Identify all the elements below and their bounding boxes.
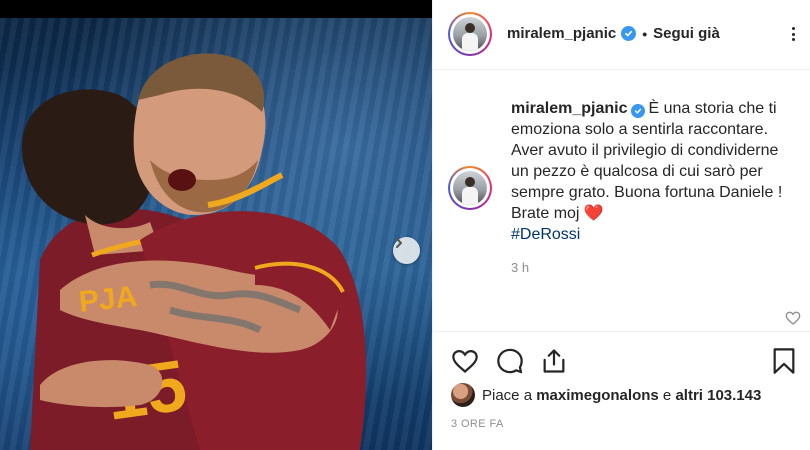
player-left-head <box>21 89 154 225</box>
like-caption-button[interactable] <box>785 310 801 326</box>
more-icon-dot <box>791 38 795 41</box>
players-illustration: PJA 15 <box>21 53 366 450</box>
likes-middle: e <box>658 386 676 404</box>
comment-icon <box>497 348 523 374</box>
comment-button[interactable] <box>495 346 525 376</box>
caption-line: emoziona solo a sentirla raccontare. <box>511 121 769 138</box>
caption-line: un pezzo è qualcosa di cui sarò per <box>511 163 763 180</box>
action-bar <box>433 335 810 385</box>
caption-author-avatar[interactable] <box>448 166 492 210</box>
chevron-right-icon <box>396 238 402 248</box>
avatar-image <box>453 17 487 51</box>
likes-prefix: Piace a <box>482 386 537 404</box>
more-icon-dot <box>791 32 795 36</box>
like-button[interactable] <box>450 346 480 376</box>
header-separator: • <box>642 25 648 42</box>
next-image-button[interactable] <box>393 237 420 264</box>
more-options-button[interactable] <box>783 24 803 44</box>
hashtag-link[interactable]: #DeRossi <box>511 224 796 245</box>
likes-row: Piace a maximegonalons e altri 103.143 <box>451 383 761 407</box>
share-button[interactable] <box>539 346 569 376</box>
caption-section: miralem_pjanic È una storia che ti emozio… <box>433 70 810 332</box>
caption-text: miralem_pjanic È una storia che ti emozio… <box>511 98 796 245</box>
post-photo[interactable]: PJA 15 <box>0 0 432 450</box>
verified-badge-icon <box>630 104 645 118</box>
post-side-panel: miralem_pjanic • Segui già miralem_pjani… <box>432 0 810 450</box>
more-icon-dot <box>791 27 795 30</box>
post-date[interactable]: 3 ORE FA <box>451 418 504 430</box>
liker-avatar[interactable] <box>451 383 475 407</box>
likes-summary: Piace a maximegonalons e altri 103.143 <box>482 387 761 404</box>
heart-icon <box>785 311 801 325</box>
author-avatar[interactable] <box>448 12 492 56</box>
likes-count-link[interactable]: altri 103.143 <box>675 387 761 404</box>
player-right-mouth <box>168 169 196 191</box>
bookmark-icon <box>773 348 795 374</box>
share-icon <box>543 349 565 373</box>
post-header: miralem_pjanic • Segui già <box>433 0 810 70</box>
caption-username[interactable]: miralem_pjanic <box>511 100 628 117</box>
save-button[interactable] <box>769 346 799 376</box>
header-user-row: miralem_pjanic • Segui già <box>507 25 720 42</box>
heart-icon <box>452 349 478 373</box>
caption-line: Brate moj <box>511 205 580 222</box>
liker-username[interactable]: maximegonalons <box>536 387 659 404</box>
avatar-image <box>453 171 487 205</box>
caption-line: Aver avuto il privilegio di condividerne <box>511 142 779 159</box>
author-username[interactable]: miralem_pjanic <box>507 25 616 42</box>
caption-timestamp[interactable]: 3 h <box>511 260 529 275</box>
following-button[interactable]: Segui già <box>653 25 720 42</box>
caption-line: È una storia che ti <box>648 100 777 117</box>
jersey-name: PJA <box>77 280 138 319</box>
verified-badge-icon <box>621 26 637 41</box>
heart-emoji: ❤️ <box>583 205 604 222</box>
caption-line: sempre grato. Buona fortuna Daniele ! <box>511 184 783 201</box>
